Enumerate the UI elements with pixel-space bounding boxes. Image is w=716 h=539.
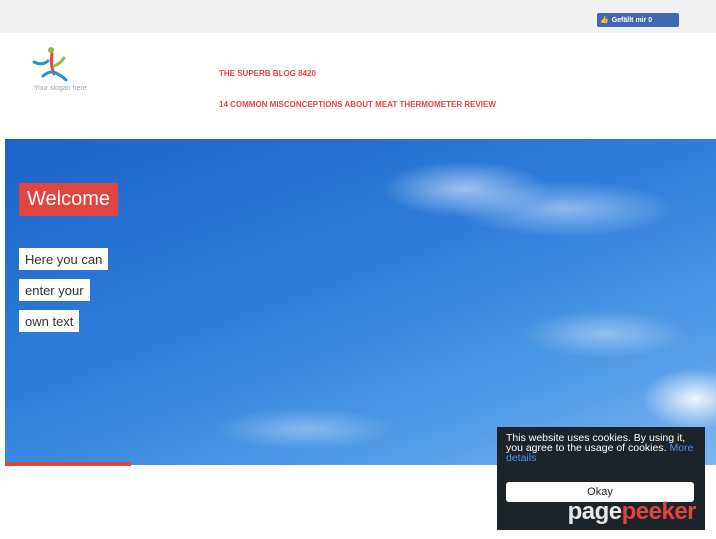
cookie-banner: This website uses cookies. By using it, … — [497, 427, 705, 530]
watermark-part-2: peeker — [621, 498, 697, 525]
facebook-like-button[interactable]: 👍 Gefällt mir 0 — [597, 13, 679, 27]
watermark-part-1: page — [567, 498, 623, 525]
cookie-message: This website uses cookies. By using it, … — [506, 432, 696, 464]
blog-title-link[interactable]: THE SUPERB BLOG 8420 — [219, 69, 316, 78]
welcome-heading: Welcome — [19, 183, 118, 216]
facebook-bar: 👍 Gefällt mir 0 — [0, 0, 716, 33]
thumbs-up-icon: 👍 — [600, 16, 609, 24]
pagepeeker-watermark: pagepeeker — [567, 498, 697, 526]
hero-banner: Welcome Here you can enter your own text — [5, 139, 716, 465]
hero-text-line: Here you can — [19, 248, 109, 270]
site-header: Your slogan here THE SUPERB BLOG 8420 14… — [0, 33, 716, 139]
post-title-link[interactable]: 14 COMMON MISCONCEPTIONS ABOUT MEAT THER… — [219, 100, 496, 109]
like-label: Gefällt mir 0 — [611, 16, 653, 24]
accent-bar — [5, 462, 131, 466]
hero-text-line: own text — [19, 310, 80, 332]
site-slogan: Your slogan here — [34, 85, 87, 92]
cookie-message-text: This website uses cookies. By using it, … — [506, 432, 686, 454]
hero-text-line: enter your — [19, 279, 90, 301]
